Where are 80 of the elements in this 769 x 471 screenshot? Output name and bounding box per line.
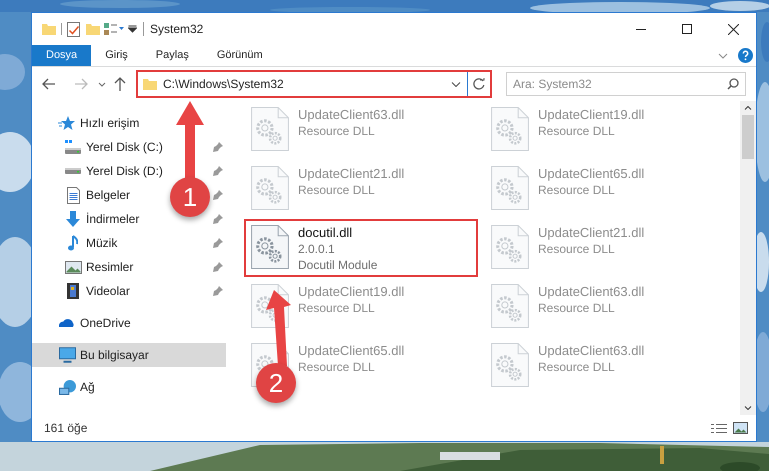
dropdown-icon[interactable] [451, 82, 461, 86]
scrollbar[interactable] [740, 101, 756, 415]
scroll-down-icon[interactable] [744, 406, 752, 410]
picture-icon [64, 260, 82, 274]
details-view-icon[interactable] [711, 424, 727, 432]
file-name: docutil.dll [298, 225, 354, 241]
close-icon [728, 24, 738, 34]
ribbon-tab[interactable]: Giriş [91, 45, 142, 66]
up-arrow-icon[interactable] [114, 77, 126, 91]
minimize-icon [636, 28, 646, 30]
search-icon[interactable] [727, 78, 739, 90]
sidebar-item[interactable]: Yerel Disk (C:) [86, 138, 163, 156]
properties-icon[interactable] [104, 23, 124, 35]
scroll-thumb[interactable] [742, 115, 754, 159]
file-detail: Resource DLL [298, 359, 376, 375]
refresh-icon[interactable] [473, 78, 485, 90]
large-icons-view-icon[interactable] [733, 422, 748, 434]
item-count: 161 öğe [44, 420, 88, 437]
sidebar-item[interactable]: Yerel Disk (D:) [86, 162, 163, 180]
pin-icon[interactable] [213, 262, 223, 272]
film-icon [67, 283, 79, 299]
address-field[interactable]: C:\Windows\System32 [136, 70, 492, 98]
document-icon [66, 186, 80, 204]
address-path: C:\Windows\System32 [163, 76, 285, 93]
drive-icon [65, 168, 81, 174]
sidebar-item[interactable]: OneDrive [80, 314, 131, 332]
window-title: System32 [150, 21, 204, 38]
expand-ribbon-icon[interactable] [718, 52, 728, 58]
star-icon [58, 116, 76, 130]
file-detail: Docutil Module [298, 257, 378, 273]
file-detail: Resource DLL [538, 300, 616, 316]
sidebar-item[interactable]: İndirmeler [86, 210, 140, 228]
dll-file-icon [490, 284, 530, 328]
sidebar-item[interactable]: Müzik [86, 234, 118, 252]
dll-file-icon [250, 225, 290, 269]
network-icon [58, 380, 76, 394]
file-detail: Resource DLL [538, 182, 616, 198]
dll-file-icon [490, 166, 530, 210]
pin-icon[interactable] [213, 166, 223, 176]
sidebar-item[interactable]: Resimler [86, 258, 134, 276]
pin-icon[interactable] [213, 190, 223, 200]
cloud-icon [58, 319, 76, 327]
file-detail: Resource DLL [298, 182, 376, 198]
file-detail: Resource DLL [538, 241, 616, 257]
dll-file-icon [490, 343, 530, 387]
sidebar-item[interactable]: Ağ [80, 378, 95, 396]
help-icon[interactable] [738, 48, 753, 63]
scroll-up-icon[interactable] [744, 106, 752, 110]
file-detail: Resource DLL [298, 300, 376, 316]
dll-file-icon [490, 225, 530, 269]
pin-icon[interactable] [213, 238, 223, 248]
ribbon-tab[interactable]: Paylaş [142, 45, 203, 66]
dll-file-icon [250, 166, 290, 210]
search-field[interactable]: Ara: System32 [506, 72, 746, 96]
dll-file-icon [490, 107, 530, 151]
music-note-icon [68, 235, 78, 251]
file-detail: 2.0.0.1 [298, 241, 336, 257]
sidebar-item[interactable]: Hızlı erişim [80, 114, 140, 132]
recent-dropdown-icon[interactable] [98, 82, 106, 86]
sidebar-item[interactable]: Belgeler [86, 186, 130, 204]
file-detail: Resource DLL [298, 123, 376, 139]
maximize-icon [682, 24, 692, 34]
pin-icon[interactable] [213, 214, 223, 224]
file-item[interactable]: docutil.dll 2.0.0.1 Docutil Module [250, 225, 472, 271]
file-detail: Resource DLL [538, 359, 616, 375]
pin-icon[interactable] [213, 286, 223, 296]
download-arrow-icon [66, 211, 80, 227]
file-detail: Resource DLL [538, 123, 616, 139]
pin-icon[interactable] [213, 142, 223, 152]
dll-file-icon [250, 107, 290, 151]
checklist-icon[interactable] [67, 22, 80, 36]
ribbon-tab[interactable]: Görünüm [202, 45, 277, 66]
monitor-icon [58, 347, 76, 363]
folder-icon [143, 78, 157, 90]
ribbon-tab[interactable]: Dosya [32, 45, 92, 66]
back-arrow-icon[interactable] [42, 78, 56, 90]
dropdown-icon[interactable] [128, 25, 137, 33]
drive-icon [65, 140, 81, 154]
sidebar-item[interactable]: Bu bilgisayar [32, 343, 226, 367]
sidebar-item[interactable]: Videolar [86, 282, 130, 300]
